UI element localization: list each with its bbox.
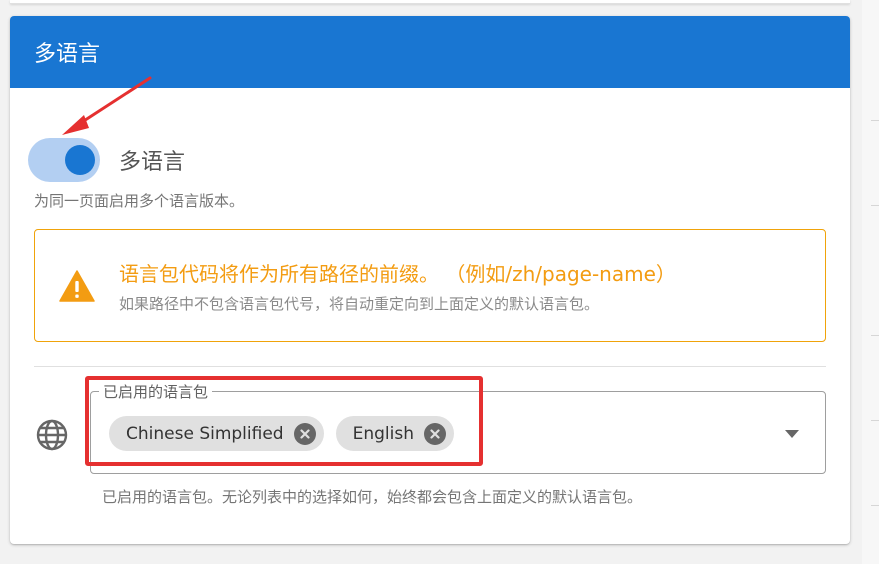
remove-chip-icon[interactable] bbox=[423, 422, 446, 445]
globe-icon bbox=[36, 419, 68, 451]
section-divider bbox=[34, 366, 826, 367]
enabled-packs-label: 已启用的语言包 bbox=[99, 381, 213, 402]
multilang-hint: 为同一页面启用多个语言版本。 bbox=[34, 192, 245, 210]
right-panel-divider bbox=[871, 205, 879, 206]
right-panel-edge bbox=[862, 0, 879, 564]
card-title: 多语言 bbox=[34, 42, 101, 67]
multilang-toggle-label[interactable]: 多语言 bbox=[119, 144, 185, 176]
prefix-warning-alert: 语言包代码将作为所有路径的前缀。 （例如/zh/page-name） 如果路径中… bbox=[34, 229, 826, 342]
previous-card-edge bbox=[10, 0, 850, 4]
chip-label: English bbox=[352, 423, 414, 444]
multilang-toggle-row: 多语言 bbox=[28, 138, 185, 182]
enabled-language-packs-select[interactable]: 已启用的语言包 Chinese Simplified English bbox=[90, 381, 826, 474]
right-panel-divider bbox=[871, 420, 879, 421]
language-chips: Chinese Simplified English bbox=[109, 416, 454, 451]
multilang-switch[interactable] bbox=[28, 138, 100, 182]
remove-chip-icon[interactable] bbox=[293, 422, 316, 445]
warning-icon bbox=[59, 270, 95, 302]
chip-chinese-simplified[interactable]: Chinese Simplified bbox=[109, 416, 324, 451]
alert-subtitle: 如果路径中不包含语言包代号，将自动重定向到上面定义的默认语言包。 bbox=[119, 295, 600, 313]
chip-label: Chinese Simplified bbox=[126, 423, 284, 444]
right-panel-divider bbox=[871, 505, 879, 506]
switch-thumb bbox=[65, 145, 95, 175]
right-panel-divider bbox=[871, 120, 879, 121]
multilang-card: 多语言 多语言 为同一页面启用多个语言版本。 语言包代码将作为所有路径的前缀。 … bbox=[10, 16, 850, 544]
chip-english[interactable]: English bbox=[335, 416, 454, 451]
chevron-down-icon[interactable] bbox=[785, 430, 799, 438]
alert-title: 语言包代码将作为所有路径的前缀。 （例如/zh/page-name） bbox=[119, 262, 676, 286]
card-header: 多语言 bbox=[10, 16, 850, 88]
right-panel-divider bbox=[871, 335, 879, 336]
enabled-packs-hint: 已启用的语言包。无论列表中的选择如何，始终都会包含上面定义的默认语言包。 bbox=[102, 488, 643, 506]
